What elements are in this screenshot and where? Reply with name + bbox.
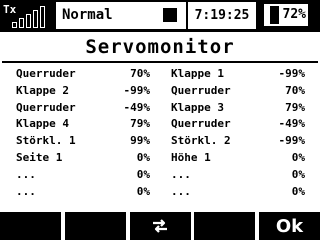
servo-name: Klappe 2 xyxy=(16,83,69,97)
page-title: Servomonitor xyxy=(85,36,235,58)
servo-name: ... xyxy=(171,167,191,181)
servo-value: 0% xyxy=(136,184,150,198)
servo-value: 0% xyxy=(136,150,150,164)
servo-name: Seite 1 xyxy=(16,150,63,164)
servo-row: ... 0% ... 0% xyxy=(0,167,320,184)
servo-name: ... xyxy=(16,167,36,181)
servo-row: Seite 1 0% Höhe 1 0% xyxy=(0,150,320,167)
stop-icon xyxy=(163,8,177,22)
servo-row: ... 0% ... 0% xyxy=(0,184,320,201)
softkey-1[interactable] xyxy=(0,212,61,240)
servo-value: 79% xyxy=(130,117,150,131)
servo-value: -49% xyxy=(123,100,151,114)
status-bar: Tx Normal 7:19:25 72% xyxy=(0,0,320,32)
signal-bar xyxy=(26,14,31,28)
title-divider xyxy=(2,61,318,63)
servo-value: -99% xyxy=(278,67,306,80)
servo-name: Querruder xyxy=(171,83,231,97)
softkey-swap[interactable] xyxy=(129,212,191,240)
servo-name: Klappe 3 xyxy=(171,100,224,114)
servo-value: -99% xyxy=(123,83,151,97)
servo-name: Störkl. 2 xyxy=(171,134,231,148)
servo-name: Höhe 1 xyxy=(171,150,211,164)
servo-value: 70% xyxy=(285,83,305,97)
servo-value: -99% xyxy=(278,134,306,148)
battery-label: 72% xyxy=(282,7,306,22)
servo-row: Querruder 70% Klappe 1 -99% xyxy=(0,66,320,83)
softkey-4[interactable] xyxy=(194,212,256,240)
clock-display: 7:19:25 xyxy=(188,2,256,29)
servo-row: Störkl. 1 99% Störkl. 2 -99% xyxy=(0,133,320,150)
signal-bar xyxy=(12,22,17,28)
servo-value: 79% xyxy=(285,100,305,114)
servo-value: 0% xyxy=(291,150,305,164)
servo-value: 0% xyxy=(136,167,150,181)
servo-name: ... xyxy=(171,184,191,198)
servo-name: Klappe 1 xyxy=(171,67,224,80)
servo-value: 0% xyxy=(291,167,305,181)
softkey-bar: Ok xyxy=(0,212,320,240)
signal-bar xyxy=(40,6,45,28)
servo-name: Klappe 4 xyxy=(16,117,69,131)
servo-value: 99% xyxy=(130,134,150,148)
servo-value: -49% xyxy=(278,117,306,131)
servo-value: 70% xyxy=(130,67,150,80)
ok-button[interactable]: Ok xyxy=(259,212,320,240)
servo-row: Querruder -49% Klappe 3 79% xyxy=(0,100,320,117)
servo-name: Störkl. 1 xyxy=(16,134,76,148)
servo-name: Querruder xyxy=(171,117,231,131)
swap-arrows-icon xyxy=(153,219,167,233)
servo-list: Querruder 70% Klappe 1 -99% Klappe 2 -99… xyxy=(0,66,320,200)
signal-strength-icon xyxy=(12,6,52,28)
battery-icon: 72% xyxy=(264,4,308,26)
servo-value: 0% xyxy=(291,184,305,198)
signal-bar xyxy=(33,10,38,28)
softkey-2[interactable] xyxy=(64,212,126,240)
servo-name: Querruder xyxy=(16,100,76,114)
servo-name: ... xyxy=(16,184,36,198)
signal-bar xyxy=(19,18,24,28)
servo-row: Klappe 2 -99% Querruder 70% xyxy=(0,83,320,100)
servo-name: Querruder xyxy=(16,67,76,80)
servo-row: Klappe 4 79% Querruder -49% xyxy=(0,116,320,133)
